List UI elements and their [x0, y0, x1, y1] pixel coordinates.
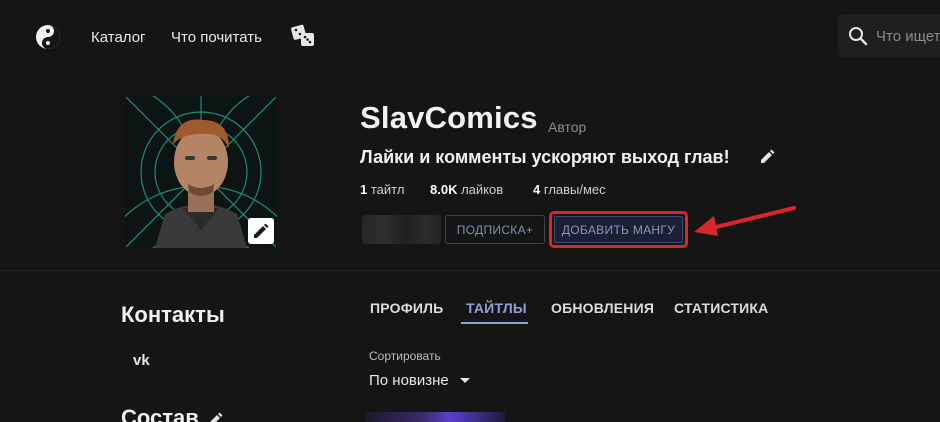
profile-status: Лайки и комменты ускоряют выход глав! — [360, 147, 730, 167]
vk-icon[interactable]: vk — [133, 352, 150, 369]
profile-role-badge: Автор — [548, 119, 587, 135]
sort-select[interactable]: По новизне — [369, 372, 449, 389]
contacts-heading: Контакты — [121, 302, 225, 327]
stat-chapters: 4 главы/мес — [533, 182, 606, 197]
sort-label: Сортировать — [369, 349, 441, 363]
profile-username: SlavComics — [360, 100, 538, 135]
subscribe-plus-button[interactable]: ПОДПИСКА+ — [445, 215, 545, 244]
edit-status-pencil-icon[interactable] — [760, 148, 776, 164]
red-arrow-annotation — [694, 206, 796, 236]
stat-likes: 8.0K лайков — [430, 182, 504, 197]
tab-profile[interactable]: ПРОФИЛЬ — [370, 300, 443, 316]
dice-icon[interactable] — [290, 24, 318, 48]
search-box[interactable] — [838, 14, 940, 57]
tab-titles[interactable]: ТАЙТЛЫ — [466, 300, 527, 316]
edit-staff-pencil-icon[interactable] — [208, 411, 224, 422]
stat-titles: 1 тайтл — [360, 182, 405, 197]
top-navigation-bar: Каталог Что почитать — [0, 0, 940, 74]
nav-catalog-link[interactable]: Каталог — [91, 29, 146, 46]
staff-heading: Состав — [121, 405, 199, 422]
yin-yang-logo-icon[interactable] — [35, 24, 61, 50]
manga-card-cover[interactable] — [366, 412, 505, 422]
tab-statistics[interactable]: СТАТИСТИКА — [674, 300, 769, 316]
pencil-icon — [254, 223, 269, 238]
add-manga-button[interactable]: ДОБАВИТЬ МАНГУ — [554, 216, 683, 243]
tab-updates[interactable]: ОБНОВЛЕНИЯ — [551, 300, 654, 316]
chevron-down-icon[interactable] — [460, 378, 470, 383]
edit-avatar-button[interactable] — [248, 218, 274, 244]
search-icon — [849, 27, 868, 46]
search-input[interactable] — [876, 26, 940, 46]
nav-what-to-read-link[interactable]: Что почитать — [171, 29, 262, 46]
blurred-button[interactable] — [362, 215, 441, 244]
active-tab-indicator — [461, 322, 528, 324]
